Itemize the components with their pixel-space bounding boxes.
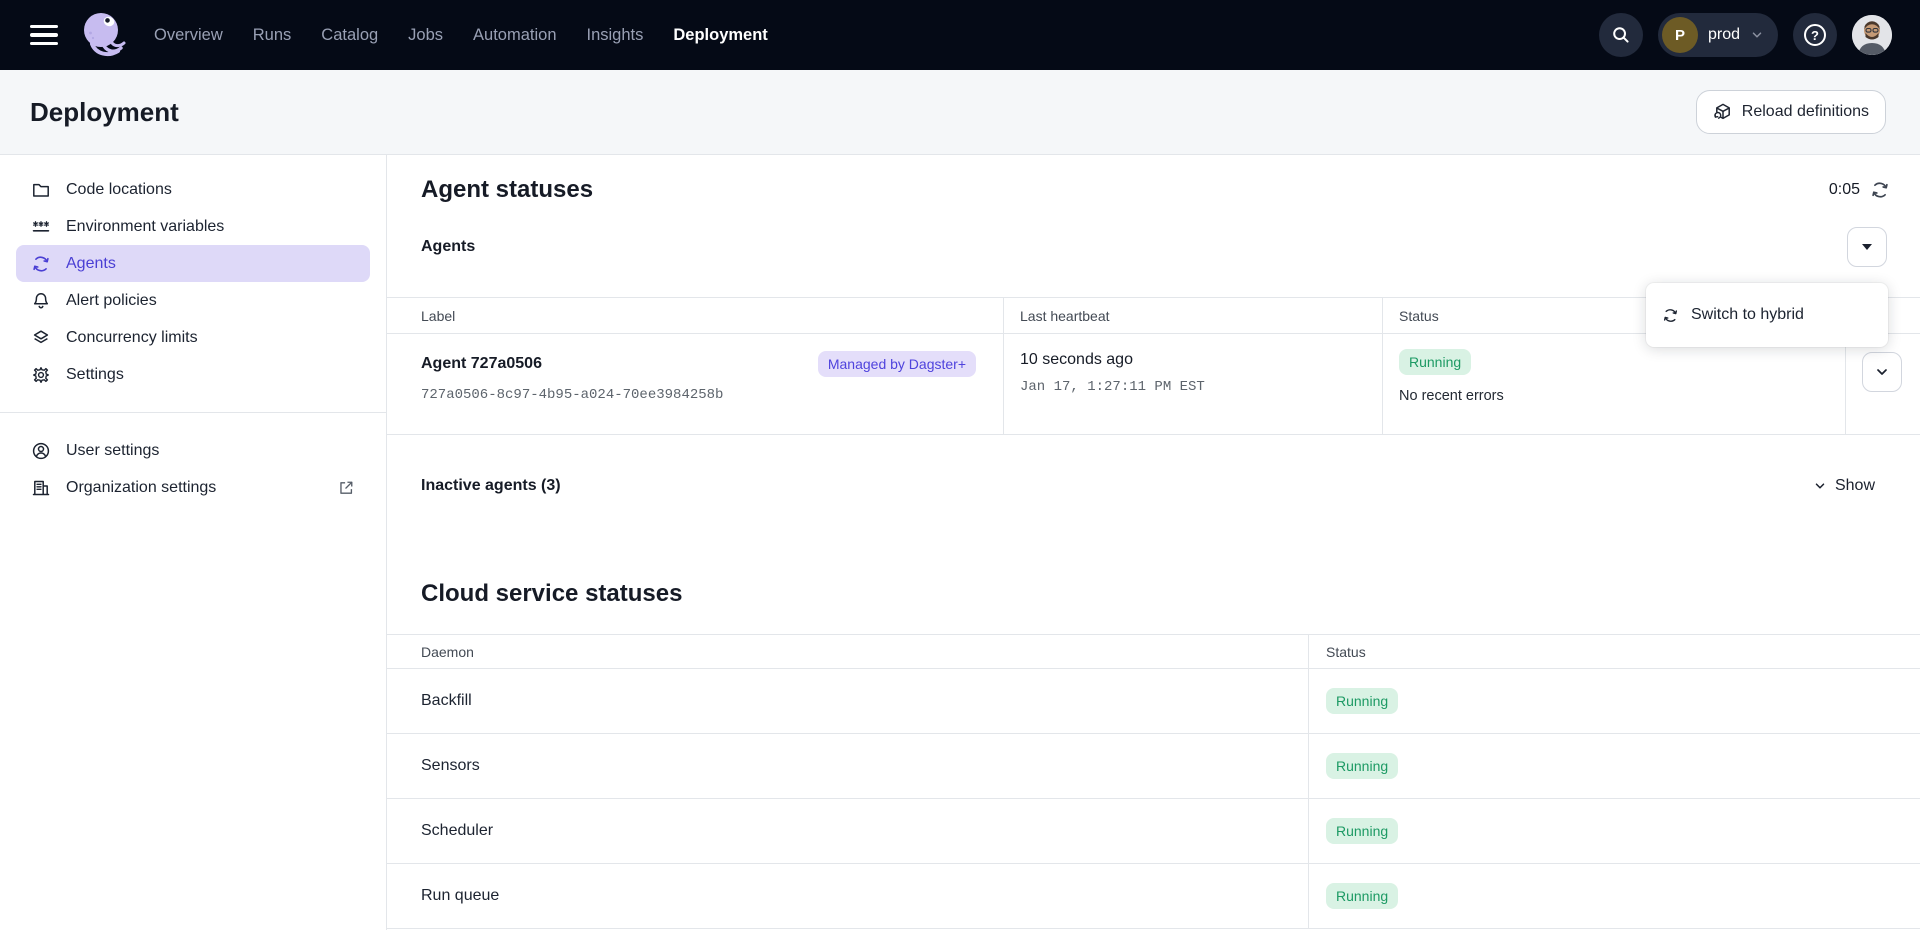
env-vars-icon bbox=[31, 217, 51, 237]
cloud-service-statuses-heading: Cloud service statuses bbox=[421, 580, 1920, 608]
layers-icon bbox=[31, 328, 51, 348]
show-label: Show bbox=[1835, 477, 1875, 495]
reload-definitions-label: Reload definitions bbox=[1742, 103, 1869, 121]
sidebar-divider bbox=[0, 412, 386, 413]
user-photo bbox=[1852, 15, 1892, 55]
sidebar-item-label: Agents bbox=[66, 255, 116, 273]
top-nav: Overview Runs Catalog Jobs Automation In… bbox=[0, 0, 1920, 70]
nav-automation[interactable]: Automation bbox=[473, 26, 556, 45]
external-link-icon bbox=[336, 479, 356, 497]
search-icon bbox=[1611, 25, 1631, 45]
nav-runs[interactable]: Runs bbox=[253, 26, 292, 45]
deployment-name: prod bbox=[1708, 26, 1740, 44]
refresh-countdown: 0:05 bbox=[1829, 181, 1860, 199]
primary-nav: Overview Runs Catalog Jobs Automation In… bbox=[154, 26, 768, 45]
sidebar-item-alert-policies[interactable]: Alert policies bbox=[16, 282, 370, 319]
gear-icon bbox=[31, 365, 51, 385]
help-button[interactable]: ? bbox=[1793, 13, 1837, 57]
user-avatar[interactable] bbox=[1852, 15, 1892, 55]
page-title: Deployment bbox=[30, 97, 179, 128]
agent-status-badge: Running bbox=[1399, 349, 1471, 375]
folder-icon bbox=[31, 180, 51, 200]
heartbeat-relative: 10 seconds ago bbox=[1020, 334, 1382, 369]
nav-right-actions: P prod ? bbox=[1599, 13, 1892, 57]
table-row: Sensors Running bbox=[387, 734, 1920, 799]
status-badge: Running bbox=[1326, 753, 1398, 779]
settings-sidebar: Code locations Environment variables bbox=[0, 155, 387, 930]
agent-id: 727a0506-8c97-4b95-a024-70ee3984258b bbox=[421, 387, 1003, 403]
nav-jobs[interactable]: Jobs bbox=[408, 26, 443, 45]
status-badge: Running bbox=[1326, 883, 1398, 909]
sidebar-item-label: Organization settings bbox=[66, 479, 216, 497]
inactive-agents-heading: Inactive agents (3) bbox=[421, 477, 561, 495]
column-header-label: Label bbox=[387, 298, 1004, 333]
chevron-down-icon bbox=[1750, 28, 1764, 42]
cloud-table-header: Daemon Status bbox=[387, 635, 1920, 669]
deployment-switcher[interactable]: P prod bbox=[1658, 13, 1778, 57]
nav-insights[interactable]: Insights bbox=[587, 26, 644, 45]
nav-catalog[interactable]: Catalog bbox=[321, 26, 378, 45]
daemon-name: Run queue bbox=[387, 864, 1309, 928]
bell-icon bbox=[31, 291, 51, 311]
agents-menu-button[interactable] bbox=[1847, 227, 1887, 267]
sidebar-item-code-locations[interactable]: Code locations bbox=[16, 171, 370, 208]
managed-by-badge: Managed by Dagster+ bbox=[818, 351, 976, 377]
chevron-down-icon bbox=[1874, 364, 1890, 380]
agent-name[interactable]: Agent 727a0506 bbox=[421, 355, 542, 373]
user-circle-icon bbox=[31, 441, 51, 461]
status-badge: Running bbox=[1326, 818, 1398, 844]
agents-context-menu: Switch to hybrid bbox=[1646, 283, 1888, 347]
show-inactive-agents-button[interactable]: Show bbox=[1813, 477, 1875, 495]
column-header-last-heartbeat: Last heartbeat bbox=[1004, 298, 1383, 333]
sidebar-item-settings[interactable]: Settings bbox=[16, 356, 370, 393]
agent-row-expand-button[interactable] bbox=[1862, 352, 1902, 392]
sidebar-item-label: User settings bbox=[66, 442, 159, 460]
reload-package-icon bbox=[1713, 102, 1733, 122]
nav-deployment[interactable]: Deployment bbox=[673, 26, 767, 45]
building-icon bbox=[31, 478, 51, 498]
menu-item-switch-to-hybrid[interactable]: Switch to hybrid bbox=[1646, 291, 1888, 339]
menu-icon[interactable] bbox=[30, 25, 58, 46]
sidebar-item-agents[interactable]: Agents bbox=[16, 245, 370, 282]
daemon-name: Sensors bbox=[387, 734, 1309, 798]
sidebar-item-organization-settings[interactable]: Organization settings bbox=[16, 469, 370, 506]
sidebar-item-label: Settings bbox=[66, 366, 124, 384]
question-mark-icon: ? bbox=[1804, 24, 1826, 46]
table-row: Run queue Running bbox=[387, 864, 1920, 929]
chevron-down-icon bbox=[1813, 479, 1827, 493]
agent-statuses-heading: Agent statuses bbox=[421, 176, 593, 204]
page-header: Deployment Reload definitions bbox=[0, 70, 1920, 155]
sidebar-item-concurrency-limits[interactable]: Concurrency limits bbox=[16, 319, 370, 356]
column-header-daemon: Daemon bbox=[387, 635, 1309, 668]
agent-icon bbox=[31, 254, 51, 274]
search-button[interactable] bbox=[1599, 13, 1643, 57]
refresh-icon[interactable] bbox=[1870, 180, 1890, 200]
sidebar-item-label: Concurrency limits bbox=[66, 329, 198, 347]
caret-down-icon bbox=[1862, 244, 1872, 250]
menu-item-label: Switch to hybrid bbox=[1691, 306, 1804, 324]
agents-subheading: Agents bbox=[421, 238, 475, 256]
sidebar-item-environment-variables[interactable]: Environment variables bbox=[16, 208, 370, 245]
daemon-name: Scheduler bbox=[387, 799, 1309, 863]
octopus-logo-icon bbox=[78, 8, 128, 62]
daemon-name: Backfill bbox=[387, 669, 1309, 733]
cloud-services-table: Daemon Status Backfill Running Sensors R… bbox=[387, 634, 1920, 929]
sidebar-item-label: Alert policies bbox=[66, 292, 157, 310]
agent-status-detail: No recent errors bbox=[1399, 388, 1845, 404]
deployment-avatar: P bbox=[1662, 17, 1698, 53]
dagster-logo[interactable] bbox=[78, 8, 128, 62]
table-row: Backfill Running bbox=[387, 669, 1920, 734]
nav-overview[interactable]: Overview bbox=[154, 26, 223, 45]
sidebar-item-label: Environment variables bbox=[66, 218, 224, 236]
reload-definitions-button[interactable]: Reload definitions bbox=[1696, 90, 1886, 134]
status-badge: Running bbox=[1326, 688, 1398, 714]
heartbeat-timestamp: Jan 17, 1:27:11 PM EST bbox=[1020, 379, 1382, 395]
main-content: Agent statuses 0:05 Agents bbox=[387, 155, 1920, 930]
table-row: Scheduler Running bbox=[387, 799, 1920, 864]
sidebar-item-user-settings[interactable]: User settings bbox=[16, 432, 370, 469]
agent-icon bbox=[1662, 307, 1679, 324]
column-header-status: Status bbox=[1309, 635, 1920, 668]
agent-row: Agent 727a0506 Managed by Dagster+ 727a0… bbox=[387, 334, 1920, 435]
sidebar-item-label: Code locations bbox=[66, 181, 172, 199]
